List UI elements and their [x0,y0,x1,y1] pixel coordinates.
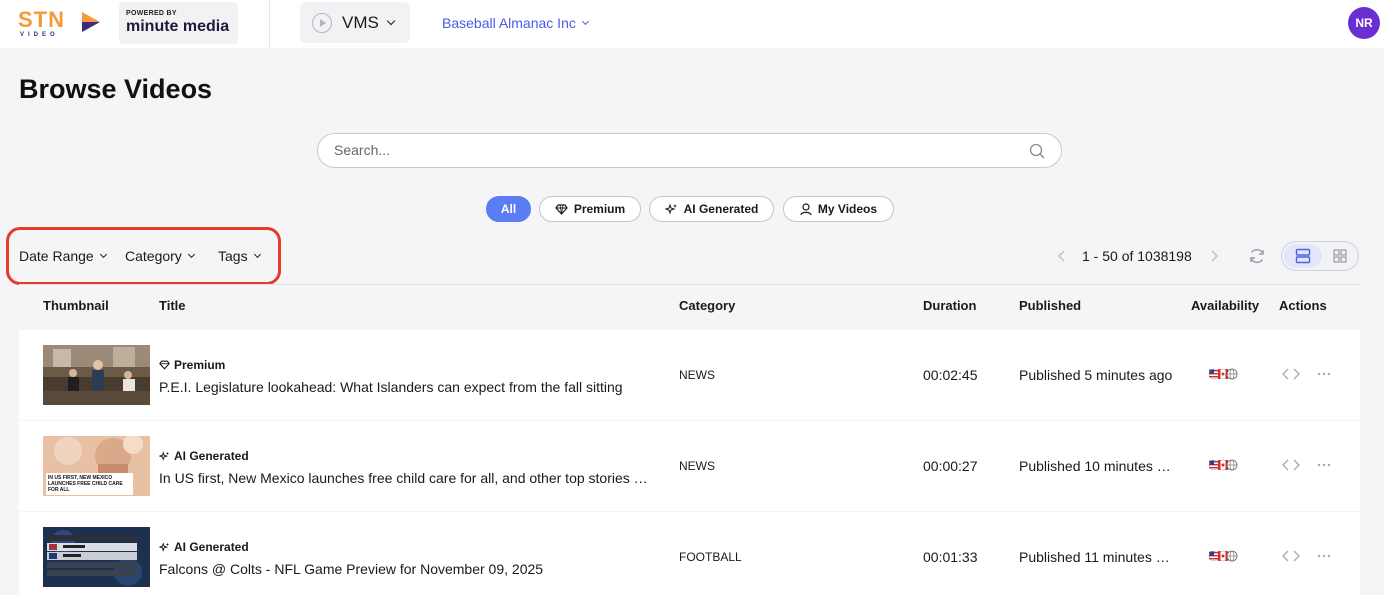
thumbnail-image [43,527,150,587]
brand-name: minute media [126,18,230,35]
filter-label: Date Range [19,248,94,264]
list-view-icon [1295,248,1311,264]
search-input[interactable] [334,142,1014,158]
video-published: Published 5 minutes ago [1019,367,1173,383]
chevron-down-icon [99,250,107,258]
chip-premium[interactable]: Premium [539,196,641,222]
date-range-filter[interactable]: Date Range [19,248,107,264]
badge-label: AI Generated [174,449,249,463]
filter-label: Tags [218,248,248,264]
refresh-icon[interactable] [1248,247,1266,265]
video-published: Published 10 minutes ago [1019,458,1174,474]
chevron-right-icon[interactable] [1209,250,1219,262]
column-header-category: Category [679,298,736,313]
video-category: FOOTBALL [679,550,742,564]
table-divider [19,284,1360,285]
video-duration: 00:01:33 [923,549,978,565]
chevron-down-icon [386,16,396,25]
minute-media-logo: POWERED BY minute media [119,2,238,44]
view-toggle [1281,241,1359,271]
powered-by-label: POWERED BY [126,10,177,17]
sparkle-icon [159,450,170,461]
organization-label: Baseball Almanac Inc [442,15,576,31]
column-header-actions: Actions [1279,298,1327,313]
table-row[interactable]: Premium P.E.I. Legislature lookahead: Wh… [19,330,1360,420]
column-header-availability: Availability [1191,298,1260,313]
page-title: Browse Videos [19,74,213,104]
embed-code-icon[interactable] [1282,459,1300,471]
tags-filter[interactable]: Tags [218,248,261,264]
chevron-left-icon[interactable] [1057,250,1067,262]
grid-view-button[interactable] [1324,244,1356,268]
chip-all[interactable]: All [486,196,531,222]
availability-flags-icon[interactable] [1208,368,1242,380]
chip-my-videos[interactable]: My Videos [783,196,894,222]
ai-generated-badge: AI Generated [159,540,249,554]
list-view-button[interactable] [1284,244,1322,268]
video-thumbnail[interactable]: IN US FIRST, NEW MEXICO LAUNCHES FREE CH… [43,436,150,496]
user-avatar[interactable]: NR [1348,7,1380,39]
column-header-published: Published [1019,298,1082,313]
column-header-thumbnail: Thumbnail [43,298,109,313]
video-thumbnail[interactable] [43,345,150,405]
pagination-label: 1 - 50 of 1038198 [1082,248,1192,264]
availability-flags-icon[interactable] [1208,550,1242,562]
search-bar [317,133,1062,168]
search-icon[interactable] [1029,143,1045,159]
user-icon [800,202,812,215]
availability-flags-icon[interactable] [1208,459,1242,471]
stn-logo[interactable]: STN VIDEO [18,8,104,38]
video-duration: 00:02:45 [923,367,978,383]
sparkle-icon [159,541,170,552]
logo-text: STN [18,7,65,32]
chevron-down-icon [253,250,261,258]
header-divider [269,0,270,48]
chevron-down-icon [187,250,195,258]
video-published: Published 11 minutes ago [1019,549,1174,565]
logo-subtext: VIDEO [20,32,59,38]
embed-code-icon[interactable] [1282,550,1300,562]
grid-view-icon [1333,249,1347,263]
app-switcher-button[interactable]: VMS [300,2,410,43]
column-header-duration: Duration [923,298,977,313]
video-category: NEWS [679,459,715,473]
badge-label: AI Generated [174,540,249,554]
diamond-icon [555,203,568,215]
video-duration: 00:00:27 [923,458,978,474]
table-row[interactable]: IN US FIRST, NEW MEXICO LAUNCHES FREE CH… [19,421,1360,511]
filter-label: Category [125,248,182,264]
type-filter-chips: All Premium AI Generated My Videos [0,196,1384,222]
column-header-title: Title [159,298,186,313]
organization-switcher[interactable]: Baseball Almanac Inc [442,15,589,31]
video-title[interactable]: In US first, New Mexico launches free ch… [159,470,651,486]
chip-ai-generated[interactable]: AI Generated [649,196,774,222]
diamond-icon [159,360,170,370]
play-circle-icon [312,12,332,33]
chip-label: AI Generated [683,202,759,216]
thumbnail-caption: IN US FIRST, NEW MEXICO LAUNCHES FREE CH… [46,473,133,495]
video-thumbnail[interactable] [43,527,150,587]
video-title[interactable]: Falcons @ Colts - NFL Game Preview for N… [159,561,651,577]
video-title[interactable]: P.E.I. Legislature lookahead: What Islan… [159,379,651,395]
video-category: NEWS [679,368,715,382]
ai-generated-badge: AI Generated [159,449,249,463]
app-switcher-label: VMS [342,12,379,32]
more-options-icon[interactable] [1317,368,1331,380]
badge-label: Premium [174,358,226,372]
category-filter[interactable]: Category [125,248,195,264]
embed-code-icon[interactable] [1282,368,1300,380]
more-options-icon[interactable] [1317,459,1331,471]
more-options-icon[interactable] [1317,550,1331,562]
chip-label: All [500,202,517,216]
chip-label: Premium [573,202,626,216]
premium-badge: Premium [159,358,225,372]
play-logo-icon [82,12,100,32]
thumbnail-image [43,345,150,405]
table-row[interactable]: AI Generated Falcons @ Colts - NFL Game … [19,512,1360,595]
top-bar: STN VIDEO POWERED BY minute media VMS Ba… [0,0,1384,48]
chevron-down-icon [581,17,589,25]
sparkle-icon [664,202,677,215]
chip-label: My Videos [817,202,878,216]
